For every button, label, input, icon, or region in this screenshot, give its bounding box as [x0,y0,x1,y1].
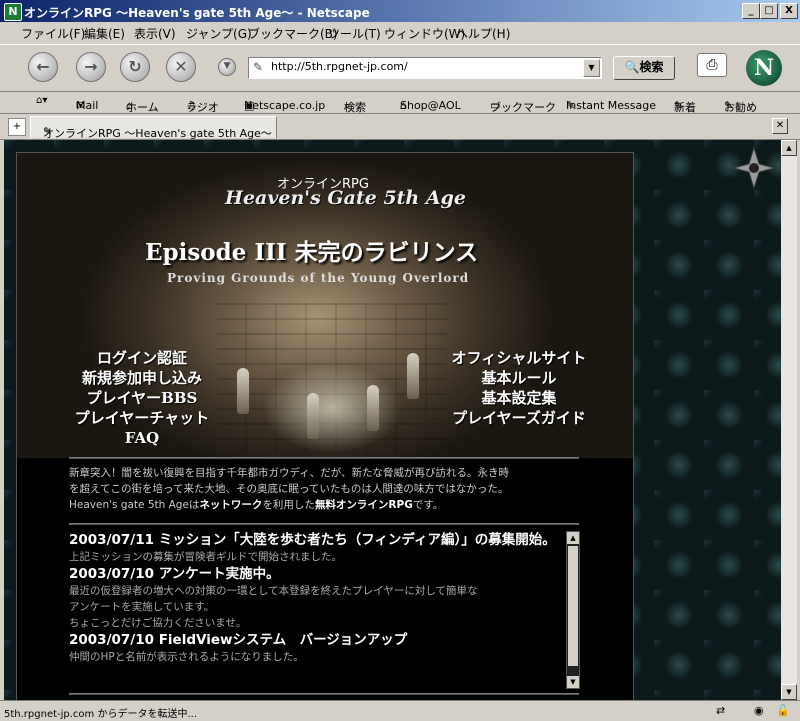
character-figure [407,353,419,399]
search-button-label: 検索 [639,60,664,74]
print-icon[interactable]: ⎙ [697,53,727,77]
back-button[interactable]: ← [28,52,58,82]
main-panel: オンラインRPG Heaven's Gate 5th Age Episode I… [16,152,634,700]
news-list: 2003/07/11 ミッション「大陸を歩む者たち（フィンディア編）」の募集開始… [69,531,565,689]
glow-art [262,363,402,453]
news-body: ちょこっとだけご協力くださいませ。 [69,617,247,629]
window-title: オンラインRPG 〜Heaven's gate 5th Age〜 - Netsc… [24,6,370,20]
character-figure [367,385,379,431]
news-body: 上記ミッションの募集が冒険者ギルドで開始されました。 [69,551,342,563]
stop-x-icon: ✕ [174,57,188,76]
online-status-icon[interactable]: ⇄ [716,704,725,717]
episode-subtitle: Proving Grounds of the Young Overlord [167,271,470,285]
chevron-down-icon: ▼ [223,61,231,71]
maximize-button[interactable]: □ [760,3,778,19]
game-logo: Heaven's Gate 5th Age [225,187,466,209]
page-content: オンラインRPG Heaven's Gate 5th Age Episode I… [4,140,781,700]
divider [69,457,579,459]
title-bar: N オンラインRPG 〜Heaven's gate 5th Age〜 - Net… [0,0,800,22]
navigation-toolbar: ← → ↻ ✕ ▼ ✎ ▼ 🔍検索 ⎙ N [0,44,800,92]
back-arrow-icon: ← [36,57,50,76]
status-bar: 5th.rpgnet-jp.com からデータを転送中... ⇄ ◉ 🔓 [0,700,800,721]
news-body: 仲間のHPと名前が表示されるようになりました。 [69,651,304,663]
link-official-site[interactable]: オフィシャルサイト [443,348,595,368]
menu-view[interactable]: 表示(V) [134,25,176,42]
reload-button[interactable]: ↻ [120,52,150,82]
episode-title: Episode III 未完のラビリンス [145,239,479,266]
stop-button[interactable]: ✕ [166,52,196,82]
intro-line: Heaven's gate 5th Ageはネットワークを利用した無料オンライン… [69,499,444,511]
link-players-guide[interactable]: プレイヤーズガイド [443,408,595,428]
tab-active[interactable]: ✎ オンラインRPG 〜Heaven's gate 5th Age〜 [30,116,277,140]
scroll-thumb[interactable] [568,546,578,666]
new-tab-icon[interactable]: + [8,118,26,136]
minimize-button[interactable]: _ [742,3,760,19]
menu-bar: ファイル(F) 編集(E) 表示(V) ジャンプ(G) ブックマーク(B) ツー… [0,22,800,42]
menu-tools[interactable]: ツール(T) [328,25,381,42]
link-register[interactable]: 新規参加申し込み [57,368,227,388]
chevron-down-icon: ▼ [588,63,595,72]
close-button[interactable]: X [780,3,798,19]
link-basic-rules[interactable]: 基本ルール [443,368,595,388]
link-player-chat[interactable]: プレイヤーチャット [57,408,227,428]
menu-bookmarks[interactable]: ブックマーク(B) [248,25,338,42]
reload-icon: ↻ [128,57,142,76]
scroll-up-arrow[interactable]: ▲ [781,140,797,156]
home-toolbar-icon[interactable]: ⌂▾ [36,95,47,106]
news-headline: 2003/07/11 ミッション「大陸を歩む者たち（フィンディア編）」の募集開始… [69,532,556,548]
close-tab-button[interactable]: ✕ [772,118,788,134]
url-input[interactable] [271,60,571,73]
menu-help[interactable]: ヘルプ(H) [456,25,510,42]
menu-window[interactable]: ウィンドウ(W) [384,25,465,42]
intro-line: 新章突入！闇を祓い復興を目指す千年都市ガウディ、だが、新たな脅威が再び訪れる。永… [69,467,510,479]
menu-edit[interactable]: 編集(E) [84,25,125,42]
news-item: 2003/07/11 ミッション「大陸を歩む者たち（フィンディア編）」の募集開始… [69,531,565,565]
magnifier-icon: 🔍 [624,60,640,74]
privacy-eye-icon[interactable]: ◉ [754,704,764,717]
news-body: 最近の仮登録者の増大への対策の一環として本登録を終えたプレイヤーに対して簡単な [69,585,478,597]
link-setting-collection[interactable]: 基本設定集 [443,388,595,408]
shuriken-icon [732,146,776,190]
forward-arrow-icon: → [84,57,98,76]
url-bar[interactable]: ✎ ▼ [248,57,602,79]
character-figure [307,393,319,439]
intro-text: 新章突入！闇を祓い復興を目指す千年都市ガウディ、だが、新たな脅威が再び訪れる。永… [69,465,581,513]
page-scrollbar[interactable]: ▲ ▼ [781,140,797,700]
status-text: 5th.rpgnet-jp.com からデータを転送中... [4,709,198,720]
menu-left: ログイン認証 新規参加申し込み プレイヤーBBS プレイヤーチャット FAQ [57,348,227,448]
security-lock-icon[interactable]: 🔓 [776,704,790,717]
news-body: アンケートを実施しています。 [69,601,215,613]
search-button[interactable]: 🔍検索 [613,56,675,80]
divider [69,523,579,525]
link-login[interactable]: ログイン認証 [57,348,227,368]
history-dropdown[interactable]: ▼ [218,58,236,76]
tab-bar: + ✎ オンラインRPG 〜Heaven's gate 5th Age〜 [0,113,800,140]
scroll-up-arrow[interactable]: ▲ [567,532,579,544]
scroll-down-arrow[interactable]: ▼ [781,684,797,700]
news-item: 2003/07/10 アンケート実施中。 最近の仮登録者の増大への対策の一環とし… [69,565,565,631]
menu-right: オフィシャルサイト 基本ルール 基本設定集 プレイヤーズガイド [443,348,595,428]
netscape-app-icon[interactable]: N [4,3,22,21]
menu-go[interactable]: ジャンプ(G) [186,25,252,42]
character-figure [237,368,249,414]
news-item: 2003/07/10 FieldViewシステム バージョンアップ 仲間のHPと… [69,631,565,665]
news-headline: 2003/07/10 FieldViewシステム バージョンアップ [69,632,408,648]
title-banner: オンラインRPG Heaven's Gate 5th Age Episode I… [17,153,633,458]
divider [69,693,579,695]
scroll-down-arrow[interactable]: ▼ [567,676,579,688]
netscape-logo[interactable]: N [746,50,782,86]
menu-file[interactable]: ファイル(F) [21,25,85,42]
personal-toolbar: ⌂▾ ✉ Mail ⌂ ホーム ♫ ラジオ ▣ Netscape.co.jp ⌕… [0,91,800,114]
link-player-bbs[interactable]: プレイヤーBBS [57,388,227,408]
news-scrollbar[interactable]: ▲ ▼ [566,531,580,689]
forward-button[interactable]: → [76,52,106,82]
close-icon: ✕ [775,120,785,131]
page-proxy-icon[interactable]: ✎ [253,60,263,74]
intro-line: を超えてこの街を培って来た大地、その奥底に眠っていたものは人間達の味方ではなかっ… [69,483,509,495]
url-dropdown-button[interactable]: ▼ [583,59,600,77]
news-headline: 2003/07/10 アンケート実施中。 [69,566,280,582]
link-faq[interactable]: FAQ [57,428,227,448]
